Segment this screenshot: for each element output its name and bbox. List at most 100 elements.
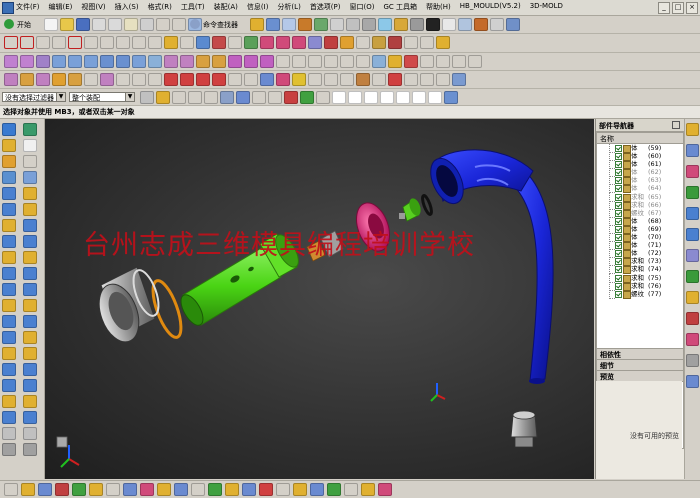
- mold-init-icon[interactable]: [23, 123, 37, 136]
- visibility-checkbox[interactable]: [615, 161, 622, 169]
- pull-face-icon[interactable]: [340, 73, 354, 86]
- visibility-checkbox[interactable]: [615, 153, 622, 161]
- tree-row[interactable]: 体 (60): [597, 152, 683, 162]
- history-icon[interactable]: [686, 249, 699, 262]
- visibility-checkbox[interactable]: [615, 234, 622, 242]
- pocket-icon[interactable]: [164, 55, 178, 68]
- sphere-feature-icon[interactable]: [116, 55, 130, 68]
- family-mold-icon[interactable]: [23, 203, 37, 216]
- shaded-icon[interactable]: [362, 18, 376, 31]
- tree-row[interactable]: 求和 (76): [597, 281, 683, 291]
- pad-icon[interactable]: [180, 55, 194, 68]
- check-clearance-icon[interactable]: [259, 483, 273, 496]
- shell-icon[interactable]: [340, 55, 354, 68]
- copy-icon[interactable]: [108, 18, 122, 31]
- electrode-icon[interactable]: [23, 379, 37, 392]
- move-face-icon[interactable]: [292, 73, 306, 86]
- tree-row[interactable]: 求和 (66): [597, 200, 683, 210]
- roles-icon[interactable]: [686, 333, 699, 346]
- cooling-icon[interactable]: [23, 363, 37, 376]
- line-icon[interactable]: [4, 36, 18, 49]
- visibility-checkbox[interactable]: [615, 169, 622, 177]
- report-tool-icon[interactable]: [2, 427, 16, 440]
- box-select-icon[interactable]: [252, 91, 266, 104]
- hole-icon[interactable]: [132, 55, 146, 68]
- pattern-face-icon[interactable]: [388, 73, 402, 86]
- weight-management-icon[interactable]: [242, 483, 256, 496]
- visibility-checkbox[interactable]: [615, 250, 622, 258]
- wave-geometry-icon[interactable]: [174, 483, 188, 496]
- menu-help[interactable]: 帮助(H): [426, 2, 451, 12]
- show-degrees-icon[interactable]: [89, 483, 103, 496]
- thread-icon[interactable]: [372, 55, 386, 68]
- menu-hb-mould[interactable]: HB_MOULD(V5.2): [460, 2, 521, 12]
- extract-curve-icon[interactable]: [260, 36, 274, 49]
- intersect-icon[interactable]: [260, 55, 274, 68]
- sew-icon[interactable]: [436, 55, 450, 68]
- align-tool-icon[interactable]: [2, 203, 16, 216]
- display-icon[interactable]: [458, 18, 472, 31]
- divide-curve-icon[interactable]: [340, 36, 354, 49]
- web-browser-icon[interactable]: [686, 228, 699, 241]
- pin-icon[interactable]: [672, 121, 680, 129]
- assembly-navigator-icon[interactable]: [686, 123, 699, 136]
- show-hide-icon[interactable]: [236, 91, 250, 104]
- smooth-spline-icon[interactable]: [388, 36, 402, 49]
- menu-assembly[interactable]: 装配(A): [214, 2, 238, 12]
- steel-fitting-part[interactable]: [510, 410, 538, 448]
- menu-information[interactable]: 信息(I): [247, 2, 269, 12]
- replace-face-icon[interactable]: [276, 73, 290, 86]
- law-extension-icon[interactable]: [132, 73, 146, 86]
- scale-icon[interactable]: [420, 55, 434, 68]
- visibility-checkbox[interactable]: [615, 177, 622, 185]
- gate-icon[interactable]: [23, 331, 37, 344]
- revolve-icon[interactable]: [20, 55, 34, 68]
- tree-row[interactable]: 体 (62): [597, 168, 683, 178]
- fit-icon[interactable]: [266, 18, 280, 31]
- visibility-checkbox[interactable]: [615, 193, 622, 201]
- restore-icon[interactable]: [346, 18, 360, 31]
- menu-file[interactable]: 文件(F): [16, 2, 40, 12]
- hd3d-tools-icon[interactable]: [686, 207, 699, 220]
- rectangle-icon[interactable]: [84, 36, 98, 49]
- tree-row[interactable]: 体 (71): [597, 241, 683, 251]
- tree-row[interactable]: 体 (59): [597, 144, 683, 153]
- curve-length-icon[interactable]: [372, 36, 386, 49]
- save-icon[interactable]: [76, 18, 90, 31]
- paste-icon[interactable]: [124, 18, 138, 31]
- tree-row[interactable]: 螺纹 (77): [597, 289, 683, 299]
- move-snap-icon[interactable]: [300, 91, 314, 104]
- tree-row[interactable]: 求和 (65): [597, 192, 683, 202]
- move-component-icon[interactable]: [55, 483, 69, 496]
- offset-face-icon[interactable]: [212, 55, 226, 68]
- steel-nut-part[interactable]: [92, 266, 164, 347]
- unite-icon[interactable]: [228, 55, 242, 68]
- shrinkage-icon[interactable]: [23, 155, 37, 168]
- tree-row[interactable]: 体 (68): [597, 216, 683, 226]
- split-body-icon[interactable]: [292, 55, 306, 68]
- selection-icon[interactable]: [4, 483, 18, 496]
- rotate-icon[interactable]: [298, 18, 312, 31]
- menu-view[interactable]: 视图(V): [81, 2, 105, 12]
- sub-insert-icon[interactable]: [23, 315, 37, 328]
- bom-report-icon[interactable]: [378, 483, 392, 496]
- selection-scope-dropdown[interactable]: 整个装配 ▼: [69, 92, 135, 102]
- tree-row[interactable]: 求和 (74): [597, 265, 683, 275]
- visibility-checkbox[interactable]: [615, 145, 622, 152]
- visibility-checkbox[interactable]: [615, 217, 622, 225]
- cylinder-icon[interactable]: [84, 55, 98, 68]
- offset-curve-icon[interactable]: [196, 36, 210, 49]
- orange-o-ring[interactable]: [147, 277, 186, 340]
- delete-face-icon[interactable]: [308, 73, 322, 86]
- new-icon[interactable]: [44, 18, 58, 31]
- keyboard-tool-icon[interactable]: [2, 443, 16, 456]
- patch-icon[interactable]: [452, 55, 466, 68]
- model-canvas[interactable]: [45, 119, 594, 479]
- open-icon[interactable]: [60, 18, 74, 31]
- join-curve-icon[interactable]: [292, 36, 306, 49]
- weight-tool-icon[interactable]: [2, 299, 16, 312]
- replace-tool-icon[interactable]: [2, 315, 16, 328]
- quadrant-point-icon[interactable]: [396, 91, 410, 104]
- mold-csys-icon[interactable]: [23, 139, 37, 152]
- arc-icon[interactable]: [20, 36, 34, 49]
